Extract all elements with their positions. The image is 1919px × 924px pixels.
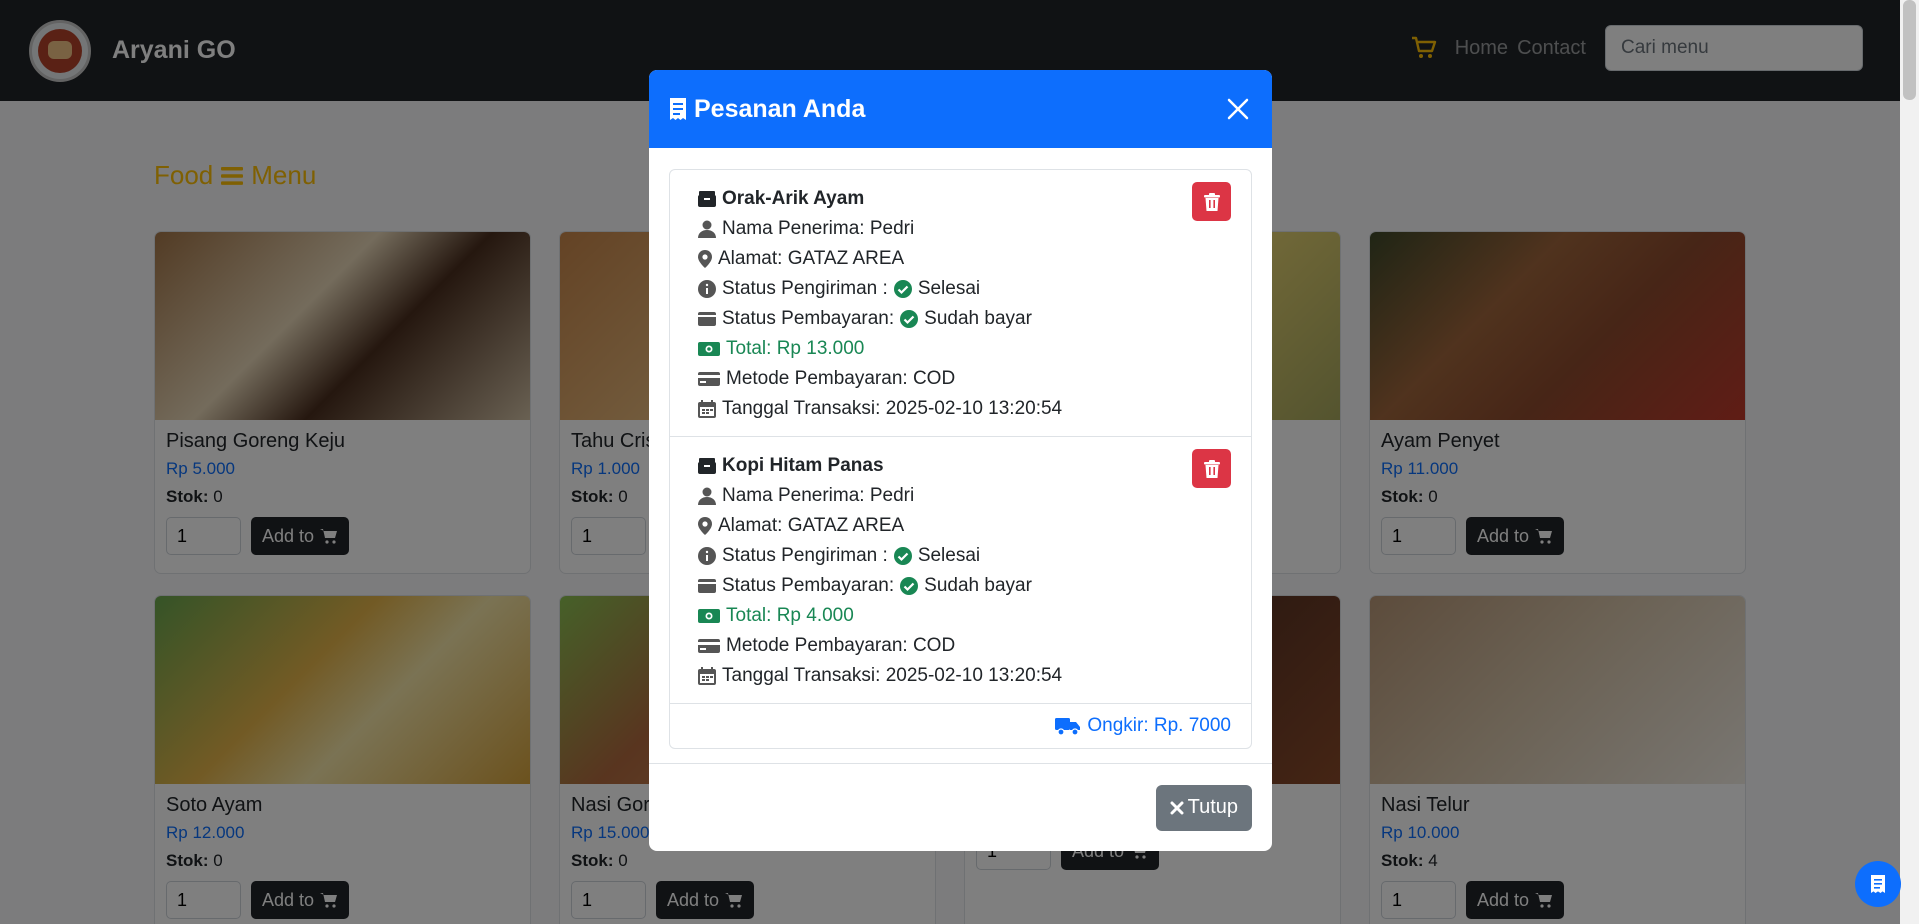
address-row: Alamat: GATAZ AREA	[698, 244, 1223, 274]
address-row: Alamat: GATAZ AREA	[698, 511, 1223, 541]
shipping-status-row: Status Pengiriman : Selesai	[698, 541, 1223, 571]
truck-icon	[1055, 716, 1081, 736]
orders-modal: Pesanan Anda Orak-Arik Ayam Nama Penerim…	[649, 70, 1272, 851]
credit-card-icon	[698, 371, 720, 387]
wallet-icon	[698, 311, 716, 327]
check-circle-icon	[900, 577, 919, 595]
check-circle-icon	[893, 547, 912, 565]
payment-status-row: Status Pembayaran: Sudah bayar	[698, 571, 1223, 601]
modal-body: Orak-Arik Ayam Nama Penerima: Pedri Alam…	[649, 148, 1272, 749]
shipping-status-value: Selesai	[917, 278, 981, 299]
scrollbar[interactable]	[1900, 0, 1919, 924]
order-item-name: Orak-Arik Ayam	[722, 188, 865, 209]
map-marker-icon	[698, 250, 712, 268]
payment-method-text: Metode Pembayaran: COD	[726, 635, 956, 656]
delete-order-button[interactable]	[1192, 182, 1231, 221]
check-circle-icon	[893, 280, 912, 298]
check-circle-icon	[900, 310, 919, 328]
order-list: Orak-Arik Ayam Nama Penerima: Pedri Alam…	[669, 169, 1252, 749]
user-icon	[698, 487, 716, 505]
box-icon	[698, 191, 716, 207]
delete-order-button[interactable]	[1192, 449, 1231, 488]
shipping-status-row: Status Pengiriman : Selesai	[698, 274, 1223, 304]
user-icon	[698, 220, 716, 238]
close-button[interactable]: Tutup	[1155, 784, 1252, 831]
order-item: Kopi Hitam Panas Nama Penerima: Pedri Al…	[670, 437, 1251, 704]
transaction-date-row: Tanggal Transaksi: 2025-02-10 13:20:54	[698, 394, 1223, 424]
total-text: Total: Rp 13.000	[726, 338, 865, 359]
recipient-row: Nama Penerima: Pedri	[698, 481, 1223, 511]
recipient-row: Nama Penerima: Pedri	[698, 214, 1223, 244]
shipping-status-label: Status Pengiriman :	[722, 278, 888, 299]
x-icon	[1170, 801, 1184, 814]
modal-header: Pesanan Anda	[649, 70, 1272, 148]
address-text: Alamat: GATAZ AREA	[718, 515, 905, 536]
calendar-icon	[698, 667, 716, 685]
total-row: Total: Rp 13.000	[698, 334, 1223, 364]
payment-status-label: Status Pembayaran:	[722, 575, 895, 596]
receipt-icon	[1871, 875, 1885, 893]
credit-card-icon	[698, 638, 720, 654]
box-icon	[698, 458, 716, 474]
recipient-text: Nama Penerima: Pedri	[722, 485, 915, 506]
money-bill-icon	[698, 341, 720, 357]
order-name-row: Kopi Hitam Panas	[698, 451, 1223, 481]
receipt-icon	[668, 97, 688, 121]
order-item: Orak-Arik Ayam Nama Penerima: Pedri Alam…	[670, 170, 1251, 437]
close-icon[interactable]	[1223, 94, 1253, 124]
total-text: Total: Rp 4.000	[726, 605, 854, 626]
order-item-name: Kopi Hitam Panas	[722, 455, 884, 476]
money-bill-icon	[698, 608, 720, 624]
modal-title: Pesanan Anda	[668, 95, 865, 124]
shipping-cost-text: Ongkir: Rp. 7000	[1087, 715, 1231, 736]
trash-icon	[1203, 459, 1220, 478]
orders-fab-button[interactable]	[1855, 861, 1901, 907]
shipping-status-label: Status Pengiriman :	[722, 545, 888, 566]
order-name-row: Orak-Arik Ayam	[698, 184, 1223, 214]
info-icon	[698, 547, 716, 565]
wallet-icon	[698, 578, 716, 594]
payment-method-row: Metode Pembayaran: COD	[698, 631, 1223, 661]
payment-method-row: Metode Pembayaran: COD	[698, 364, 1223, 394]
transaction-date-text: Tanggal Transaksi: 2025-02-10 13:20:54	[722, 665, 1063, 686]
payment-status-value: Sudah bayar	[924, 308, 1032, 329]
payment-status-label: Status Pembayaran:	[722, 308, 895, 329]
scrollbar-thumb[interactable]	[1903, 0, 1916, 100]
trash-icon	[1203, 192, 1220, 211]
calendar-icon	[698, 400, 716, 418]
total-row: Total: Rp 4.000	[698, 601, 1223, 631]
shipping-status-value: Selesai	[917, 545, 981, 566]
payment-status-value: Sudah bayar	[924, 575, 1032, 596]
modal-footer: Tutup	[649, 763, 1272, 851]
map-marker-icon	[698, 517, 712, 535]
address-text: Alamat: GATAZ AREA	[718, 248, 905, 269]
shipping-cost: Ongkir: Rp. 7000	[670, 704, 1251, 748]
transaction-date-row: Tanggal Transaksi: 2025-02-10 13:20:54	[698, 661, 1223, 691]
modal-title-text: Pesanan Anda	[694, 94, 866, 123]
payment-status-row: Status Pembayaran: Sudah bayar	[698, 304, 1223, 334]
transaction-date-text: Tanggal Transaksi: 2025-02-10 13:20:54	[722, 398, 1063, 419]
recipient-text: Nama Penerima: Pedri	[722, 218, 915, 239]
payment-method-text: Metode Pembayaran: COD	[726, 368, 956, 389]
info-icon	[698, 280, 716, 298]
